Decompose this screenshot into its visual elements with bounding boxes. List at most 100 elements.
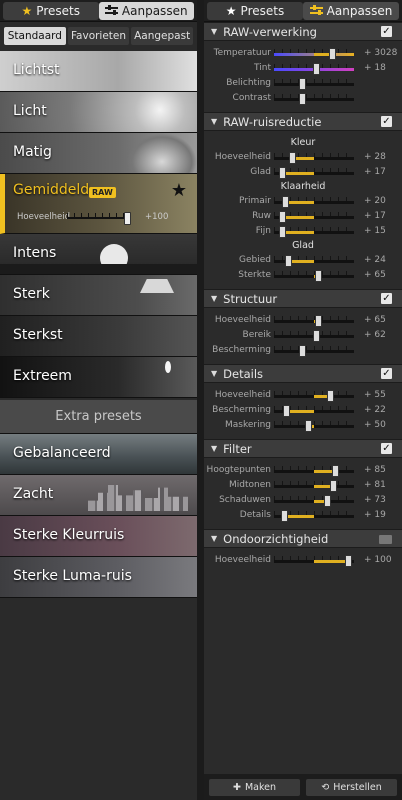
slider-label: Contrast bbox=[232, 93, 271, 103]
section-enabled-checkbox[interactable]: ✓ bbox=[381, 368, 392, 379]
slider-handle[interactable] bbox=[324, 495, 331, 507]
section-header-structuur[interactable]: ▼ Structuur ✓ bbox=[204, 289, 402, 308]
slider-track[interactable] bbox=[274, 98, 354, 101]
slider-handle[interactable] bbox=[299, 345, 306, 357]
slider-handle[interactable] bbox=[279, 211, 286, 223]
preset-sterke-luma-ruis[interactable]: Sterke Luma-ruis bbox=[0, 557, 197, 598]
slider-track[interactable] bbox=[274, 350, 354, 353]
slider-handle[interactable] bbox=[299, 93, 306, 105]
slider-label: Hoeveelheid bbox=[214, 315, 271, 325]
slider-handle[interactable] bbox=[283, 405, 290, 417]
preset-sterkst[interactable]: Sterkst bbox=[0, 316, 197, 357]
slider-row: Bereik + 62 bbox=[204, 328, 402, 343]
left-tab-bar: ★ Presets Aanpassen bbox=[0, 0, 197, 22]
slider-handle[interactable] bbox=[329, 48, 336, 60]
collapse-triangle-icon[interactable]: ▼ bbox=[211, 369, 217, 378]
slider-track[interactable] bbox=[274, 157, 354, 160]
slider-row: Glad + 17 bbox=[204, 165, 402, 180]
collapse-triangle-icon[interactable]: ▼ bbox=[211, 117, 217, 126]
preset-intens[interactable]: Intens bbox=[0, 234, 197, 275]
slider-label: Hoogtepunten bbox=[206, 465, 271, 475]
slider-row: Ruw + 17 bbox=[204, 209, 402, 224]
section-header-noise[interactable]: ▼ RAW-ruisreductie ✓ bbox=[204, 112, 402, 131]
preset-label: Zacht bbox=[13, 486, 54, 502]
slider-handle[interactable] bbox=[281, 510, 288, 522]
tab-aanpassen[interactable]: Aanpassen bbox=[303, 2, 399, 20]
collapse-triangle-icon[interactable]: ▼ bbox=[211, 27, 217, 36]
make-button[interactable]: ✚ Maken bbox=[209, 779, 300, 796]
section-header-details[interactable]: ▼ Details ✓ bbox=[204, 364, 402, 383]
slider-handle[interactable] bbox=[299, 78, 306, 90]
slider-row: Bescherming bbox=[204, 343, 402, 358]
slider-handle[interactable] bbox=[313, 63, 320, 75]
slider-handle[interactable] bbox=[327, 390, 334, 402]
slider-handle[interactable] bbox=[315, 270, 322, 282]
tab-presets[interactable]: ★ Presets bbox=[207, 2, 303, 20]
right-tab-bar: ★ Presets Aanpassen bbox=[204, 0, 402, 22]
collapse-triangle-icon[interactable]: ▼ bbox=[211, 294, 217, 303]
amount-slider-handle[interactable] bbox=[124, 212, 131, 225]
slider-value: + 15 bbox=[364, 226, 386, 236]
slider-fill bbox=[282, 231, 314, 234]
preset-sterke-kleurruis[interactable]: Sterke Kleurruis bbox=[0, 516, 197, 557]
slider-handle[interactable] bbox=[345, 555, 352, 567]
slider-handle[interactable] bbox=[289, 152, 296, 164]
slider-fill bbox=[282, 172, 314, 175]
slider-handle[interactable] bbox=[315, 315, 322, 327]
section-header-filter[interactable]: ▼ Filter ✓ bbox=[204, 439, 402, 458]
tab-aanpassen-label: Aanpassen bbox=[326, 4, 393, 18]
presets-panel: ★ Presets Aanpassen Standaard Favorieten… bbox=[0, 0, 197, 800]
preset-subtabs: Standaard Favorieten Aangepast bbox=[0, 22, 197, 51]
preset-lichtst[interactable]: Lichtst bbox=[0, 51, 197, 92]
slider-handle[interactable] bbox=[285, 255, 292, 267]
favorite-star-icon[interactable]: ★ bbox=[171, 180, 187, 201]
raw-badge: RAW bbox=[89, 187, 116, 198]
preset-gemiddeld[interactable]: Gemiddeld RAW ★ Hoeveelheid +100 bbox=[0, 174, 197, 234]
tab-aanpassen-label: Aanpassen bbox=[121, 4, 188, 18]
reset-icon: ⟲ bbox=[321, 782, 330, 793]
subtab-standaard[interactable]: Standaard bbox=[4, 27, 66, 45]
slider-row: Hoeveelheid + 65 bbox=[204, 313, 402, 328]
slider-handle[interactable] bbox=[282, 196, 289, 208]
section-enabled-checkbox[interactable]: ✓ bbox=[381, 443, 392, 454]
preset-extreem[interactable]: Extreem bbox=[0, 357, 197, 398]
collapse-triangle-icon[interactable]: ▼ bbox=[211, 444, 217, 453]
section-header-raw[interactable]: ▼ RAW-verwerking ✓ bbox=[204, 22, 402, 41]
slider-handle[interactable] bbox=[305, 420, 312, 432]
slider-value: + 22 bbox=[364, 405, 386, 415]
subtab-favorieten[interactable]: Favorieten bbox=[67, 27, 130, 45]
adjustment-sections: ▼ RAW-verwerking ✓ Temperatuur + 3028 Tint + 1… bbox=[204, 22, 402, 574]
preset-sterk[interactable]: Sterk bbox=[0, 275, 197, 316]
slider-track[interactable] bbox=[274, 83, 354, 86]
slider-handle[interactable] bbox=[279, 167, 286, 179]
slider-handle[interactable] bbox=[330, 480, 337, 492]
tab-aanpassen[interactable]: Aanpassen bbox=[98, 2, 194, 20]
section-header-opacity[interactable]: ▼ Ondoorzichtigheid bbox=[204, 529, 402, 548]
preset-gebalanceerd[interactable]: Gebalanceerd bbox=[0, 434, 197, 475]
subtab-aangepast[interactable]: Aangepast bbox=[131, 27, 194, 45]
section-toggle[interactable] bbox=[379, 535, 392, 544]
amount-slider[interactable] bbox=[67, 217, 129, 219]
tab-presets-label: Presets bbox=[36, 4, 80, 18]
slider-value: + 17 bbox=[364, 167, 386, 177]
collapse-triangle-icon[interactable]: ▼ bbox=[211, 534, 217, 543]
sliders-icon bbox=[309, 5, 323, 16]
slider-value: + 18 bbox=[364, 63, 386, 73]
slider-value: + 81 bbox=[364, 480, 386, 490]
slider-handle[interactable] bbox=[313, 330, 320, 342]
preset-licht[interactable]: Licht bbox=[0, 92, 197, 133]
preset-matig[interactable]: Matig bbox=[0, 133, 197, 174]
preset-label: Lichtst bbox=[13, 62, 60, 78]
slider-handle[interactable] bbox=[332, 465, 339, 477]
section-body: Hoeveelheid + 55 Bescherming + 22 Maskering +… bbox=[204, 383, 402, 439]
section-enabled-checkbox[interactable]: ✓ bbox=[381, 26, 392, 37]
section-enabled-checkbox[interactable]: ✓ bbox=[381, 293, 392, 304]
reset-button-label: Herstellen bbox=[333, 782, 382, 793]
slider-track[interactable] bbox=[274, 425, 354, 428]
reset-button[interactable]: ⟲ Herstellen bbox=[306, 779, 397, 796]
section-body: Kleur Hoeveelheid + 28 Glad + 17 Klaarheid Pri… bbox=[204, 131, 402, 289]
section-enabled-checkbox[interactable]: ✓ bbox=[381, 116, 392, 127]
preset-zacht[interactable]: Zacht bbox=[0, 475, 197, 516]
slider-handle[interactable] bbox=[279, 226, 286, 238]
tab-presets[interactable]: ★ Presets bbox=[3, 2, 99, 20]
